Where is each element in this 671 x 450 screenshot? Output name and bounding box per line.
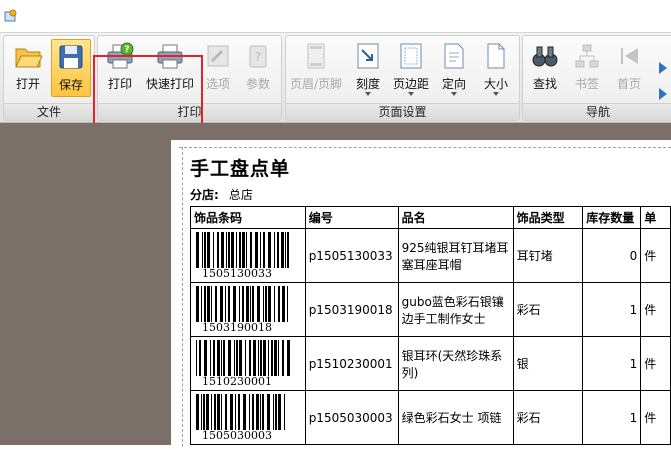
size-dropdown-arrow-icon bbox=[493, 92, 499, 96]
barcode-image bbox=[196, 394, 285, 430]
group-page-setup: 页眉/页脚 刻度 页边距 定向 大小 页面设置 bbox=[285, 35, 520, 121]
page-margin-left bbox=[182, 147, 183, 447]
orientation-button[interactable]: 定向 bbox=[436, 39, 472, 97]
type-cell: 银 bbox=[512, 336, 584, 391]
bookmark-button[interactable]: 书签 bbox=[569, 39, 605, 97]
qty-cell: 1 bbox=[582, 282, 642, 337]
report-title: 手工盘点单 bbox=[190, 158, 291, 180]
name-cell: 925纯银耳钉耳堵耳塞耳座耳帽 bbox=[397, 228, 514, 283]
folder-open-icon bbox=[15, 48, 43, 68]
scale-dropdown-arrow-icon bbox=[365, 92, 371, 96]
header-footer-button[interactable]: 页眉/页脚 bbox=[288, 39, 344, 97]
save-button[interactable]: 保存 bbox=[51, 39, 91, 97]
find-button[interactable]: 查找 bbox=[527, 39, 563, 97]
name-cell: gubo蓝色彩石银镶边手工制作女士 bbox=[397, 282, 514, 337]
name-cell: 银耳环(天然珍珠系列) bbox=[397, 336, 514, 391]
column-header: 库存数量 bbox=[582, 206, 642, 229]
first-page-icon bbox=[621, 48, 638, 64]
type-cell: 彩石 bbox=[512, 282, 584, 337]
column-header: 单 bbox=[640, 206, 671, 229]
type-cell: 耳钉堵 bbox=[512, 228, 584, 283]
barcode-cell: 1503190018 bbox=[190, 282, 306, 337]
table-row: 1505130033 p1505130033 925纯银耳钉耳堵耳塞耳座耳帽 耳钉堵 0… bbox=[190, 228, 671, 283]
header-footer-icon bbox=[307, 43, 325, 69]
unit-cell: 件 bbox=[640, 390, 671, 445]
qty-cell: 0 bbox=[582, 228, 642, 283]
barcode-image bbox=[196, 286, 288, 322]
column-header: 品名 bbox=[397, 206, 514, 229]
barcode-number: 1503190018 bbox=[202, 321, 272, 334]
margins-button[interactable]: 页边距 bbox=[390, 39, 432, 97]
scale-icon bbox=[357, 43, 379, 69]
barcode-number: 1505030003 bbox=[202, 429, 272, 442]
table-row: 1505030003 p1505030003 绿色彩石女士 项链 彩石 1 件 bbox=[190, 390, 671, 445]
parameters-icon: ? bbox=[249, 45, 267, 68]
store-line: 分店: 总店 bbox=[190, 186, 253, 203]
barcode-number: 1505130033 bbox=[202, 267, 272, 280]
table-row: 1503190018 p1503190018 gubo蓝色彩石银镶边手工制作女士 彩石… bbox=[190, 282, 671, 337]
barcode-image bbox=[196, 232, 289, 268]
barcode-image bbox=[196, 340, 290, 376]
barcode-number: 1510230001 bbox=[202, 375, 272, 388]
column-header: 编号 bbox=[304, 206, 399, 229]
barcode-cell: 1510230001 bbox=[190, 336, 306, 391]
store-label: 分店: bbox=[190, 188, 219, 202]
code-cell: p1510230001 bbox=[304, 336, 399, 391]
orientation-icon bbox=[444, 43, 464, 69]
binoculars-icon bbox=[532, 46, 558, 67]
options-icon bbox=[207, 45, 229, 67]
unit-cell: 件 bbox=[640, 228, 671, 283]
code-cell: p1503190018 bbox=[304, 282, 399, 337]
last-page-arrow-icon[interactable] bbox=[659, 88, 667, 100]
barcode-cell: 1505030003 bbox=[190, 390, 306, 445]
qty-cell: 1 bbox=[582, 390, 642, 445]
group-navigation: 查找 书签 首页 导航 bbox=[522, 35, 671, 121]
group-file: 打开 保存 文件 bbox=[3, 35, 95, 121]
column-header: 饰品条码 bbox=[190, 206, 306, 229]
column-header: 饰品类型 bbox=[512, 206, 584, 229]
parameters-button[interactable]: ? 参数 bbox=[240, 39, 276, 97]
store-value: 总店 bbox=[228, 188, 253, 202]
scale-button[interactable]: 刻度 bbox=[350, 39, 386, 97]
group-label-navigation: 导航 bbox=[523, 103, 671, 120]
size-button[interactable]: 大小 bbox=[478, 39, 514, 97]
code-cell: p1505030003 bbox=[304, 390, 399, 445]
ribbon-toolbar: 打开 保存 文件 ? 打印 快速打印 选项 ? 参数 打印 页眉/页脚 刻度 页… bbox=[0, 33, 671, 151]
app-icon bbox=[4, 9, 17, 22]
preview-workspace[interactable]: 手工盘点单 分店: 总店 饰品条码 编号 品名 饰品类型 库存数量 单 15051… bbox=[0, 123, 671, 450]
orientation-dropdown-arrow-icon bbox=[451, 92, 457, 96]
page-size-icon bbox=[487, 43, 505, 69]
code-cell: p1505130033 bbox=[304, 228, 399, 283]
next-page-arrow-icon[interactable] bbox=[659, 62, 667, 74]
qty-cell: 1 bbox=[582, 336, 642, 391]
margins-icon bbox=[400, 43, 422, 69]
name-cell: 绿色彩石女士 项链 bbox=[397, 390, 514, 445]
group-label-page-setup: 页面设置 bbox=[286, 103, 519, 120]
table-row: 1510230001 p1510230001 银耳环(天然珍珠系列) 银 1 件 bbox=[190, 336, 671, 391]
margins-dropdown-arrow-icon bbox=[408, 92, 414, 96]
type-cell: 彩石 bbox=[512, 390, 584, 445]
table-header-row: 饰品条码 编号 品名 饰品类型 库存数量 单 bbox=[190, 206, 671, 229]
options-button[interactable]: 选项 bbox=[200, 39, 236, 97]
inventory-table: 饰品条码 编号 品名 饰品类型 库存数量 单 1505130033 p150513… bbox=[190, 206, 671, 445]
report-page: 手工盘点单 分店: 总店 饰品条码 编号 品名 饰品类型 库存数量 单 15051… bbox=[171, 140, 671, 450]
svg-text:?: ? bbox=[124, 45, 129, 55]
group-label-file: 文件 bbox=[4, 103, 94, 120]
title-bar bbox=[0, 0, 671, 33]
floppy-disk-icon bbox=[59, 45, 83, 69]
first-page-button[interactable]: 首页 bbox=[611, 39, 647, 97]
unit-cell: 件 bbox=[640, 282, 671, 337]
unit-cell: 件 bbox=[640, 336, 671, 391]
open-button[interactable]: 打开 bbox=[8, 39, 48, 97]
svg-text:?: ? bbox=[255, 50, 261, 64]
barcode-cell: 1505130033 bbox=[190, 228, 306, 283]
page-margin-top bbox=[179, 147, 671, 148]
bookmark-tree-icon bbox=[575, 44, 599, 68]
